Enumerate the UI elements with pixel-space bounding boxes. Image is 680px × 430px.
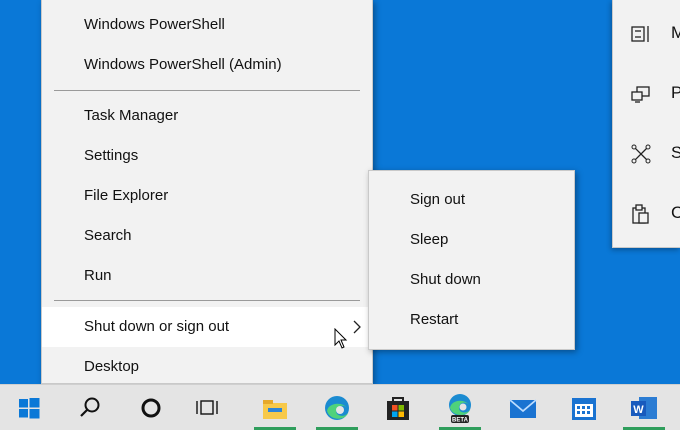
taskbar: BETA W bbox=[0, 384, 680, 430]
flyout-item-label: S bbox=[671, 143, 680, 163]
menu-item-label: Windows PowerShell (Admin) bbox=[84, 56, 282, 73]
flyout-item-label: M bbox=[671, 23, 680, 43]
microsoft-store-icon[interactable] bbox=[381, 391, 415, 425]
menu-item-windows-powershell[interactable]: Windows PowerShell bbox=[42, 5, 372, 45]
mouse-pointer-icon bbox=[334, 328, 348, 349]
window-layout-icon bbox=[631, 26, 649, 42]
menu-item-desktop[interactable]: Desktop bbox=[42, 347, 372, 387]
winx-menu: Windows PowerShell Windows PowerShell (A… bbox=[41, 0, 373, 384]
flyout-item-c[interactable]: C bbox=[613, 183, 680, 243]
menu-item-label: Task Manager bbox=[84, 107, 179, 124]
menu-item-label: Windows PowerShell bbox=[84, 16, 225, 33]
submenu-item-label: Restart bbox=[410, 311, 459, 328]
submenu-item-sleep[interactable]: Sleep bbox=[369, 220, 574, 260]
edge-icon[interactable] bbox=[320, 391, 354, 425]
submenu-item-shut-down[interactable]: Shut down bbox=[369, 260, 574, 300]
flyout-item-s[interactable]: S bbox=[613, 123, 680, 183]
submenu-item-label: Sleep bbox=[410, 231, 449, 248]
menu-item-task-manager[interactable]: Task Manager bbox=[42, 96, 372, 136]
connect-icon bbox=[631, 144, 651, 164]
menu-item-label: Settings bbox=[84, 147, 139, 164]
flyout-item-label: C bbox=[671, 203, 680, 223]
task-view-icon[interactable] bbox=[192, 391, 226, 425]
word-letter: W bbox=[633, 404, 644, 416]
menu-item-file-explorer[interactable]: File Explorer bbox=[42, 176, 372, 216]
menu-item-label: Desktop bbox=[84, 358, 140, 375]
submenu-item-sign-out[interactable]: Sign out bbox=[369, 180, 574, 220]
menu-item-search[interactable]: Search bbox=[42, 216, 372, 256]
menu-item-run[interactable]: Run bbox=[42, 256, 372, 296]
submenu-item-label: Sign out bbox=[410, 191, 466, 208]
menu-item-shut-down-or-sign-out[interactable]: Shut down or sign out bbox=[42, 307, 372, 347]
menu-item-label: Run bbox=[84, 267, 112, 284]
beta-badge: BETA bbox=[452, 418, 469, 424]
cortana-icon[interactable] bbox=[134, 391, 168, 425]
search-icon[interactable] bbox=[73, 391, 107, 425]
menu-item-settings[interactable]: Settings bbox=[42, 136, 372, 176]
clipboard-icon bbox=[632, 204, 649, 224]
flyout-item-m[interactable]: M bbox=[613, 3, 680, 63]
shutdown-submenu: Sign out Sleep Shut down Restart bbox=[368, 170, 575, 350]
right-flyout-menu: M P S C bbox=[612, 0, 680, 248]
flyout-item-label: P bbox=[671, 83, 680, 103]
menu-item-windows-powershell-admin[interactable]: Windows PowerShell (Admin) bbox=[42, 45, 372, 85]
flyout-item-p[interactable]: P bbox=[613, 63, 680, 123]
menu-item-label: File Explorer bbox=[84, 187, 169, 204]
mail-icon[interactable] bbox=[506, 391, 540, 425]
windows-start-icon[interactable] bbox=[12, 391, 46, 425]
menu-item-label: Shut down or sign out bbox=[84, 318, 230, 335]
submenu-item-label: Shut down bbox=[410, 271, 481, 288]
submenu-item-restart[interactable]: Restart bbox=[369, 300, 574, 340]
menu-separator bbox=[54, 300, 360, 301]
menu-separator bbox=[54, 90, 360, 91]
chevron-right-icon bbox=[353, 320, 361, 334]
project-display-icon bbox=[631, 86, 650, 103]
word-icon[interactable]: W bbox=[627, 391, 661, 425]
calendar-icon[interactable] bbox=[567, 391, 601, 425]
edge-beta-icon[interactable]: BETA bbox=[443, 391, 477, 425]
file-explorer-icon[interactable] bbox=[258, 391, 292, 425]
menu-item-label: Search bbox=[84, 227, 132, 244]
